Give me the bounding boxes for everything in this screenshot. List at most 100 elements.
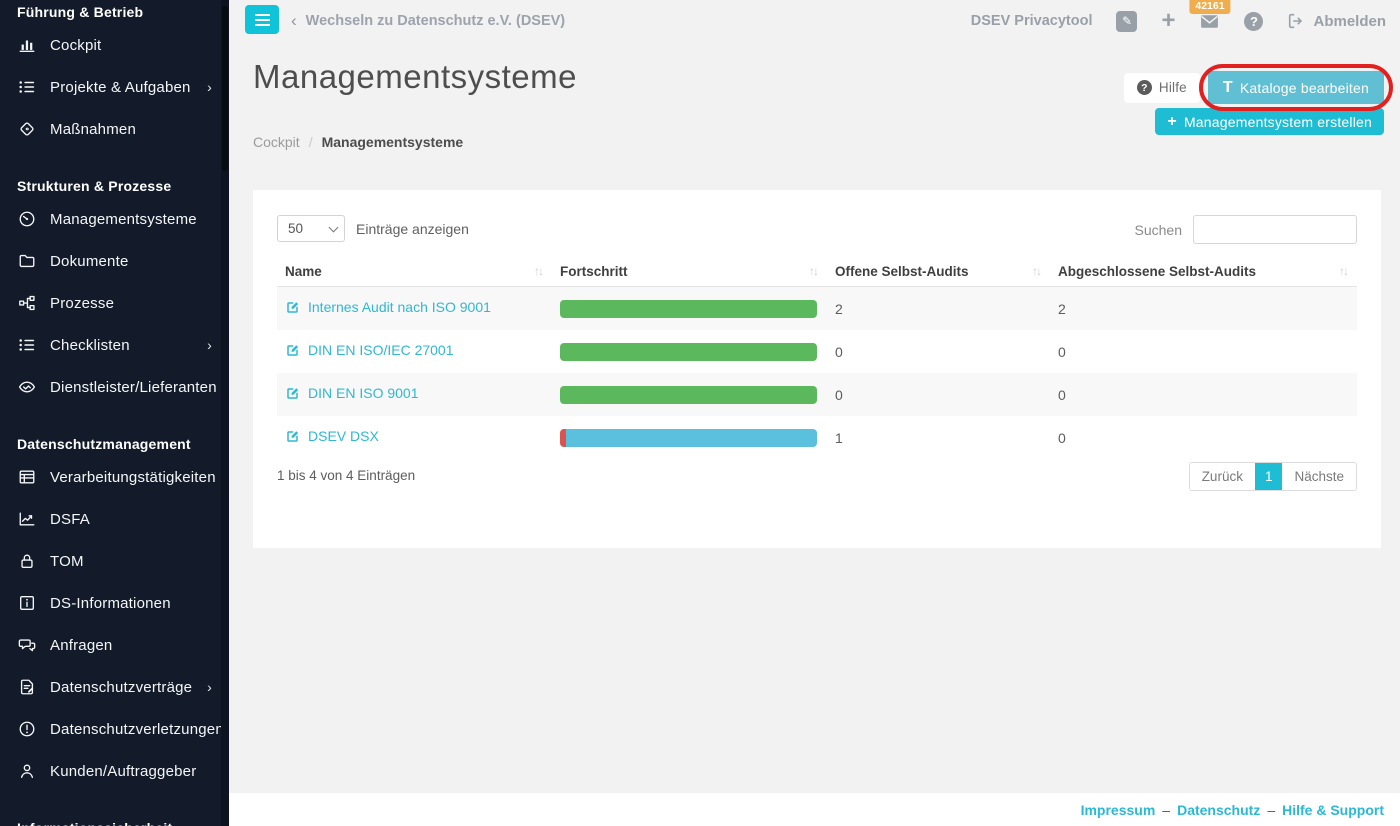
sidebar-item-tom[interactable]: TOM (0, 540, 229, 582)
sidebar-item-managementsysteme[interactable]: Managementsysteme (0, 198, 229, 240)
handshake-icon (17, 377, 37, 397)
progress-segment (566, 429, 817, 447)
alert-circle-icon (17, 719, 37, 739)
sidebar-item-label: Dienstleister/Lieferanten (50, 379, 217, 396)
chevron-right-icon: › (207, 80, 212, 94)
plus-icon[interactable]: + (1161, 9, 1175, 33)
edit-square-icon[interactable]: ✎ (1116, 11, 1137, 32)
column-label: Name (285, 264, 322, 279)
sidebar-item-verarbeitungstätigkeiten[interactable]: Verarbeitungstätigkeiten (0, 456, 229, 498)
main-content: ‹ Wechseln zu Datenschutz e.V. (DSEV) DS… (229, 0, 1400, 826)
notification-badge: 42161 (1189, 0, 1230, 14)
column-label: Offene Selbst-Audits (835, 264, 969, 279)
menu-toggle-button[interactable] (245, 5, 279, 34)
edit-catalogs-button[interactable]: T Kataloge bearbeiten (1208, 71, 1384, 104)
create-management-system-button[interactable]: + Managementsystem erstellen (1155, 108, 1384, 135)
progress-segment (560, 300, 817, 318)
sidebar-item-dienstleister-lieferanten[interactable]: Dienstleister/Lieferanten (0, 366, 229, 408)
table-body: Internes Audit nach ISO 900122DIN EN ISO… (277, 287, 1357, 459)
table-card: 50 Einträge anzeigen Suchen Name↑↓Fortsc… (253, 190, 1381, 548)
sidebar-item-anfragen[interactable]: Anfragen (0, 624, 229, 666)
row-link-din-en-iso-9001[interactable]: DIN EN ISO 9001 (285, 385, 419, 401)
sidebar-scrollbar[interactable] (221, 0, 229, 826)
column-header-fortschritt[interactable]: Fortschritt ↑↓ (552, 256, 827, 286)
row-link-din-en-iso-iec-27001[interactable]: DIN EN ISO/IEC 27001 (285, 342, 454, 358)
sidebar-item-label: Cockpit (50, 37, 101, 54)
edit-icon (285, 386, 300, 401)
sidebar-item-checklisten[interactable]: Checklisten› (0, 324, 229, 366)
footer-link-hilfe-support[interactable]: Hilfe & Support (1282, 802, 1384, 818)
sidebar-section-title: Informationssicherheit (0, 818, 229, 826)
row-name: DIN EN ISO 9001 (308, 385, 419, 401)
topbar: ‹ Wechseln zu Datenschutz e.V. (DSEV) DS… (229, 0, 1400, 42)
open-audits-value: 0 (827, 387, 1050, 403)
flow-icon (17, 293, 37, 313)
help-button[interactable]: ? Hilfe (1124, 73, 1200, 103)
progress-bar (560, 300, 817, 318)
edit-catalogs-label: Kataloge bearbeiten (1240, 80, 1369, 96)
table-info: 1 bis 4 von 4 Einträgen (277, 468, 415, 483)
search-input[interactable] (1193, 215, 1357, 244)
column-header-name[interactable]: Name↑↓ (277, 256, 552, 286)
sidebar-scrollbar-thumb[interactable] (222, 6, 228, 171)
breadcrumb: Cockpit / Managementsysteme (253, 134, 463, 150)
chart-line-icon (17, 509, 37, 529)
topbar-right: DSEV Privacytool ✎ + 42161 ? Abmelden (971, 0, 1386, 42)
row-link-internes-audit-nach-iso-9001[interactable]: Internes Audit nach ISO 9001 (285, 299, 491, 315)
lock-icon (17, 551, 37, 571)
sidebar-item-projekte-aufgaben[interactable]: Projekte & Aufgaben› (0, 66, 229, 108)
sidebar-item-label: TOM (50, 553, 84, 570)
logout-icon (1287, 12, 1305, 30)
sidebar-section-title: Führung & Betrieb (0, 2, 229, 22)
sidebar-item-dsfa[interactable]: DSFA (0, 498, 229, 540)
bar-chart-icon (17, 35, 37, 55)
progress-bar (560, 343, 817, 361)
row-name: DIN EN ISO/IEC 27001 (308, 342, 454, 358)
sidebar-item-prozesse[interactable]: Prozesse (0, 282, 229, 324)
column-header-offene-selbst-audits[interactable]: Offene Selbst-Audits ↑↓ (827, 256, 1050, 286)
contract-icon (17, 677, 37, 697)
switch-account-link[interactable]: ‹ Wechseln zu Datenschutz e.V. (DSEV) (291, 0, 565, 42)
logout-label: Abmelden (1313, 13, 1386, 30)
sidebar-item-datenschutzverletzungen[interactable]: Datenschutzverletzungen (0, 708, 229, 750)
sidebar-item-kunden-auftraggeber[interactable]: Kunden/Auftraggeber (0, 750, 229, 792)
progress-segment (560, 386, 817, 404)
chevron-right-icon: › (207, 680, 212, 694)
sidebar-item-label: Prozesse (50, 295, 114, 312)
column-header-abgeschlossene-selbst-audits[interactable]: Abgeschlossene Selbst-Audits↑↓ (1050, 256, 1357, 286)
open-audits-value: 1 (827, 430, 1050, 446)
logout-button[interactable]: Abmelden (1287, 12, 1386, 30)
table-row: DSEV DSX 10 (277, 416, 1357, 459)
closed-audits-value: 0 (1050, 430, 1357, 446)
pagination-prev-button[interactable]: Zurück (1190, 463, 1255, 490)
edit-icon (285, 429, 300, 444)
sort-icon: ↑↓ (809, 264, 819, 278)
sidebar-item-cockpit[interactable]: Cockpit (0, 24, 229, 66)
open-audits-value: 0 (827, 344, 1050, 360)
footer-link-datenschutz[interactable]: Datenschutz (1177, 802, 1260, 818)
breadcrumb-cockpit[interactable]: Cockpit (253, 134, 300, 150)
mail-button[interactable]: 42161 (1199, 11, 1220, 32)
sidebar-item-datenschutzverträge[interactable]: Datenschutzverträge› (0, 666, 229, 708)
table-row: DIN EN ISO 900100 (277, 373, 1357, 416)
sidebar-item-dokumente[interactable]: Dokumente (0, 240, 229, 282)
checklist-icon (17, 335, 37, 355)
sidebar-item-ds-informationen[interactable]: DS-Informationen (0, 582, 229, 624)
folder-icon (17, 251, 37, 271)
footer-link-impressum[interactable]: Impressum (1081, 802, 1156, 818)
edit-icon (285, 300, 300, 315)
sort-icon: ↑↓ (1032, 264, 1042, 278)
edit-icon (285, 343, 300, 358)
help-circle-icon[interactable]: ? (1244, 12, 1263, 31)
column-label: Fortschritt (560, 264, 628, 279)
sidebar-item-maßnahmen[interactable]: Maßnahmen (0, 108, 229, 150)
pagination-next-button[interactable]: Nächste (1282, 463, 1356, 490)
person-icon (17, 761, 37, 781)
row-link-dsev-dsx[interactable]: DSEV DSX (285, 428, 379, 444)
diamond-arrow-icon (17, 119, 37, 139)
page-length-select[interactable]: 50 (277, 215, 345, 242)
task-list-icon (17, 77, 37, 97)
sidebar-item-label: Maßnahmen (50, 121, 136, 138)
pagination-page-1[interactable]: 1 (1255, 463, 1283, 490)
help-button-label: Hilfe (1159, 80, 1187, 95)
